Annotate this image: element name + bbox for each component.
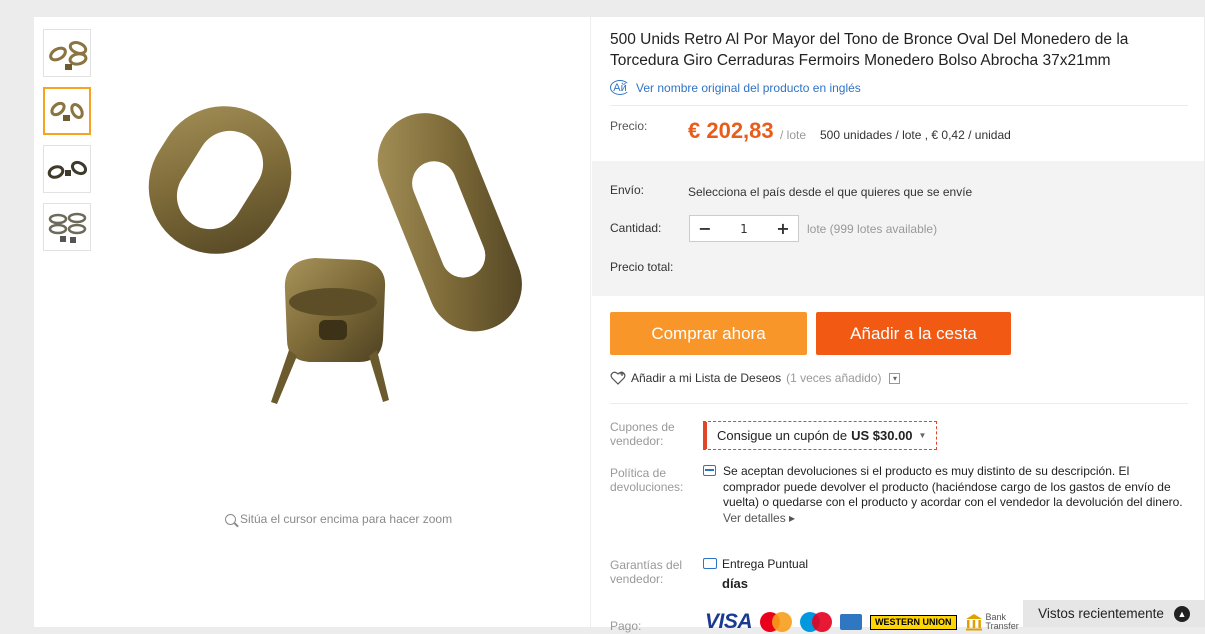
delivery-days: días [722, 576, 749, 591]
thumbnail-4[interactable] [43, 203, 91, 251]
recently-viewed-bar[interactable]: Vistos recientemente ▲ [1023, 600, 1205, 627]
add-to-cart-button[interactable]: Añadir a la cesta [816, 312, 1011, 355]
quantity-stepper: − 1 + [689, 215, 799, 242]
magnifier-icon [225, 513, 236, 525]
decrease-button[interactable]: − [697, 219, 713, 238]
thumbnail-list [43, 29, 93, 261]
original-name-link[interactable]: Aй Ver nombre original del producto en i… [610, 80, 861, 95]
wishlist-count: (1 veces añadido) [786, 371, 882, 385]
return-policy-body: Se aceptan devoluciones si el producto e… [723, 464, 1183, 509]
see-details-link[interactable]: Ver detalles ▸ [723, 511, 795, 525]
mastercard-logo [760, 612, 793, 632]
coupon-text: Consigue un cupón de [717, 428, 848, 443]
total-price-label: Precio total: [610, 260, 674, 274]
quantity-availability: lote (999 lotes available) [807, 222, 938, 236]
column-divider [590, 17, 591, 627]
chevron-up-icon[interactable]: ▲ [1173, 605, 1190, 622]
payment-label: Pago: [610, 619, 642, 633]
chevron-down-icon[interactable]: ▾ [889, 372, 901, 384]
payment-methods: VISA WESTERN UNION Bank Transfer [705, 610, 1019, 634]
return-policy-text: Se aceptan devoluciones si el producto e… [723, 464, 1183, 526]
quantity-input[interactable]: 1 [740, 222, 748, 236]
left-margin [0, 17, 34, 627]
on-time-delivery: Entrega Puntual [722, 557, 809, 571]
shipping-selector[interactable]: Selecciona el país desde el que quieres … [688, 185, 972, 199]
delivery-truck-icon [703, 558, 717, 569]
return-policy-icon [703, 465, 716, 476]
thumbnail-image [47, 160, 88, 179]
price-value: € 202,83 [688, 118, 774, 143]
heart-plus-icon [610, 371, 626, 385]
returns-label-line2: devoluciones: [610, 480, 684, 494]
returns-label-line1: Política de [610, 466, 667, 480]
guarantee-label: Garantías del vendedor: [610, 558, 682, 586]
coupon-dropdown[interactable]: Consigue un cupón de US $30.00 ▼ [703, 421, 938, 450]
product-info-panel: 500 Unids Retro Al Por Mayor del Tono de… [592, 17, 1204, 633]
visa-logo: VISA [705, 610, 753, 633]
wishlist-link[interactable]: Añadir a mi Lista de Deseos (1 veces aña… [610, 371, 901, 385]
coupon-label-line2: vendedor: [610, 434, 664, 448]
bank-icon [965, 614, 982, 631]
zoom-hint-text: Sitúa el cursor encima para hacer zoom [240, 512, 453, 526]
guarantee-label-line1: Garantías del [610, 558, 683, 572]
caret-down-icon: ▼ [918, 431, 927, 440]
divider [610, 105, 1188, 106]
coupon-label: Cupones de vendedor: [610, 420, 675, 448]
original-name-text[interactable]: Ver nombre original del producto en ingl… [636, 81, 861, 95]
maestro-logo [800, 612, 833, 632]
quantity-label: Cantidad: [610, 221, 662, 235]
wishlist-label[interactable]: Añadir a mi Lista de Deseos [631, 371, 781, 385]
price-unit: / lote [780, 128, 807, 142]
thumbnail-image [49, 41, 88, 70]
recently-viewed-label[interactable]: Vistos recientemente [1038, 606, 1164, 621]
translate-icon: Aй [610, 80, 630, 95]
thumbnail-image [50, 101, 84, 121]
buy-now-button[interactable]: Comprar ahora [610, 312, 807, 355]
amex-logo [840, 614, 863, 630]
price-label: Precio: [610, 119, 648, 133]
western-union-logo: WESTERN UNION [870, 614, 957, 630]
guarantee-label-line2: vendedor: [610, 572, 664, 586]
zoom-hint: Sitúa el cursor encima para hacer zoom [225, 512, 452, 526]
coupon-label-line1: Cupones de [610, 420, 675, 434]
thumbnail-2-selected[interactable] [43, 87, 91, 135]
thumbnail-3[interactable] [43, 145, 91, 193]
product-image[interactable] [105, 50, 565, 490]
coupon-amount: US $30.00 [851, 428, 913, 443]
bank-transfer-logo: Bank Transfer [965, 613, 1019, 631]
shipping-label: Envío: [610, 183, 645, 197]
product-title: 500 Unids Retro Al Por Mayor del Tono de… [610, 31, 1129, 69]
divider [610, 403, 1188, 404]
thumbnail-image [48, 212, 87, 243]
increase-button[interactable]: + [775, 219, 791, 238]
returns-label: Política de devoluciones: [610, 466, 683, 494]
thumbnail-1[interactable] [43, 29, 91, 77]
price-detail: 500 unidades / lote , € 0,42 / unidad [820, 128, 1011, 142]
top-margin [0, 0, 1205, 17]
